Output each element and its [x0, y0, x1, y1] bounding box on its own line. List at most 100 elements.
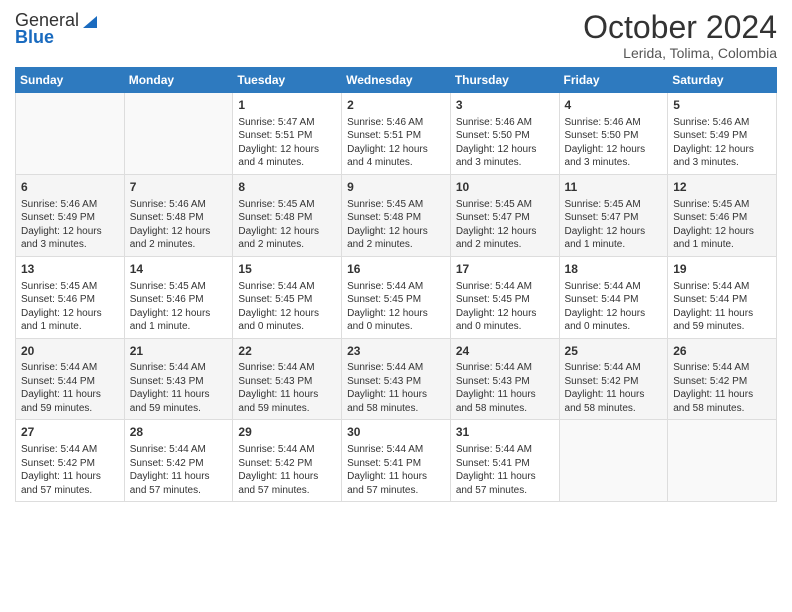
calendar-cell: 8 Sunrise: 5:45 AMSunset: 5:48 PMDaylight… — [233, 174, 342, 256]
day-info: Sunrise: 5:44 AMSunset: 5:44 PMDaylight:… — [565, 280, 663, 334]
day-number: 16 — [347, 261, 445, 278]
calendar-header-row: SundayMondayTuesdayWednesdayThursdayFrid… — [16, 68, 777, 93]
calendar-cell: 13 Sunrise: 5:45 AMSunset: 5:46 PMDayligh… — [16, 256, 125, 338]
day-info: Sunrise: 5:46 AMSunset: 5:50 PMDaylight:… — [565, 116, 663, 170]
day-info: Sunrise: 5:44 AMSunset: 5:41 PMDaylight:… — [347, 443, 445, 497]
calendar-cell: 28 Sunrise: 5:44 AMSunset: 5:42 PMDayligh… — [124, 420, 233, 502]
day-number: 17 — [456, 261, 554, 278]
calendar-week-row: 13 Sunrise: 5:45 AMSunset: 5:46 PMDayligh… — [16, 256, 777, 338]
day-info: Sunrise: 5:44 AMSunset: 5:45 PMDaylight:… — [347, 280, 445, 334]
day-number: 15 — [238, 261, 336, 278]
day-info: Sunrise: 5:45 AMSunset: 5:46 PMDaylight:… — [673, 198, 771, 252]
day-info: Sunrise: 5:47 AMSunset: 5:51 PMDaylight:… — [238, 116, 336, 170]
calendar-week-row: 27 Sunrise: 5:44 AMSunset: 5:42 PMDayligh… — [16, 420, 777, 502]
day-number: 8 — [238, 179, 336, 196]
calendar-cell: 18 Sunrise: 5:44 AMSunset: 5:44 PMDayligh… — [559, 256, 668, 338]
calendar-cell — [668, 420, 777, 502]
day-number: 14 — [130, 261, 228, 278]
day-number: 11 — [565, 179, 663, 196]
calendar-cell: 22Sunrise: 5:44 AMSunset: 5:43 PMDayligh… — [233, 338, 342, 420]
day-number: 29 — [238, 424, 336, 441]
day-info: Sunrise: 5:44 AMSunset: 5:44 PMDaylight:… — [673, 280, 771, 334]
calendar-cell: 20Sunrise: 5:44 AMSunset: 5:44 PMDayligh… — [16, 338, 125, 420]
day-number: 3 — [456, 97, 554, 114]
calendar-cell: 15 Sunrise: 5:44 AMSunset: 5:45 PMDayligh… — [233, 256, 342, 338]
day-number: 30 — [347, 424, 445, 441]
calendar-cell: 24Sunrise: 5:44 AMSunset: 5:43 PMDayligh… — [450, 338, 559, 420]
day-number: 10 — [456, 179, 554, 196]
day-info: Sunrise: 5:44 AMSunset: 5:43 PMDaylight:… — [347, 361, 445, 415]
day-number: 19 — [673, 261, 771, 278]
day-info: Sunrise: 5:46 AMSunset: 5:49 PMDaylight:… — [21, 198, 119, 252]
calendar-cell: 23Sunrise: 5:44 AMSunset: 5:43 PMDayligh… — [342, 338, 451, 420]
day-number: 20 — [21, 343, 119, 360]
calendar-cell: 17Sunrise: 5:44 AMSunset: 5:45 PMDayligh… — [450, 256, 559, 338]
day-number: 25 — [565, 343, 663, 360]
day-number: 27 — [21, 424, 119, 441]
day-number: 6 — [21, 179, 119, 196]
day-number: 21 — [130, 343, 228, 360]
logo-blue-text: Blue — [15, 27, 54, 48]
location: Lerida, Tolima, Colombia — [583, 45, 777, 61]
calendar-cell: 29Sunrise: 5:44 AMSunset: 5:42 PMDayligh… — [233, 420, 342, 502]
calendar-week-row: 6 Sunrise: 5:46 AMSunset: 5:49 PMDaylight… — [16, 174, 777, 256]
calendar-day-header: Tuesday — [233, 68, 342, 93]
day-info: Sunrise: 5:45 AMSunset: 5:48 PMDaylight:… — [238, 198, 336, 252]
day-info: Sunrise: 5:46 AMSunset: 5:49 PMDaylight:… — [673, 116, 771, 170]
calendar-day-header: Sunday — [16, 68, 125, 93]
day-info: Sunrise: 5:45 AMSunset: 5:48 PMDaylight:… — [347, 198, 445, 252]
day-number: 13 — [21, 261, 119, 278]
day-number: 7 — [130, 179, 228, 196]
calendar-day-header: Friday — [559, 68, 668, 93]
calendar-cell: 14 Sunrise: 5:45 AMSunset: 5:46 PMDayligh… — [124, 256, 233, 338]
calendar-day-header: Saturday — [668, 68, 777, 93]
header: General Blue October 2024 Lerida, Tolima… — [15, 10, 777, 61]
day-info: Sunrise: 5:46 AMSunset: 5:50 PMDaylight:… — [456, 116, 554, 170]
header-right: October 2024 Lerida, Tolima, Colombia — [583, 10, 777, 61]
calendar-day-header: Monday — [124, 68, 233, 93]
calendar-cell — [124, 93, 233, 175]
calendar-cell: 10 Sunrise: 5:45 AMSunset: 5:47 PMDayligh… — [450, 174, 559, 256]
calendar-cell: 27Sunrise: 5:44 AMSunset: 5:42 PMDayligh… — [16, 420, 125, 502]
calendar-cell: 5 Sunrise: 5:46 AMSunset: 5:49 PMDaylight… — [668, 93, 777, 175]
day-number: 28 — [130, 424, 228, 441]
calendar-cell: 3 Sunrise: 5:46 AMSunset: 5:50 PMDaylight… — [450, 93, 559, 175]
day-number: 23 — [347, 343, 445, 360]
calendar-cell: 30 Sunrise: 5:44 AMSunset: 5:41 PMDayligh… — [342, 420, 451, 502]
day-number: 2 — [347, 97, 445, 114]
calendar-cell: 1Sunrise: 5:47 AMSunset: 5:51 PMDaylight… — [233, 93, 342, 175]
calendar-cell: 7 Sunrise: 5:46 AMSunset: 5:48 PMDaylight… — [124, 174, 233, 256]
calendar-cell: 9 Sunrise: 5:45 AMSunset: 5:48 PMDaylight… — [342, 174, 451, 256]
day-number: 18 — [565, 261, 663, 278]
day-info: Sunrise: 5:46 AMSunset: 5:51 PMDaylight:… — [347, 116, 445, 170]
month-title: October 2024 — [583, 10, 777, 45]
day-info: Sunrise: 5:44 AMSunset: 5:42 PMDaylight:… — [130, 443, 228, 497]
day-info: Sunrise: 5:45 AMSunset: 5:46 PMDaylight:… — [21, 280, 119, 334]
day-info: Sunrise: 5:44 AMSunset: 5:43 PMDaylight:… — [238, 361, 336, 415]
day-info: Sunrise: 5:44 AMSunset: 5:43 PMDaylight:… — [456, 361, 554, 415]
calendar-cell: 26Sunrise: 5:44 AMSunset: 5:42 PMDayligh… — [668, 338, 777, 420]
day-number: 4 — [565, 97, 663, 114]
day-info: Sunrise: 5:45 AMSunset: 5:46 PMDaylight:… — [130, 280, 228, 334]
calendar-cell — [559, 420, 668, 502]
day-number: 5 — [673, 97, 771, 114]
day-number: 12 — [673, 179, 771, 196]
day-number: 9 — [347, 179, 445, 196]
day-info: Sunrise: 5:44 AMSunset: 5:42 PMDaylight:… — [673, 361, 771, 415]
calendar-day-header: Thursday — [450, 68, 559, 93]
calendar-day-header: Wednesday — [342, 68, 451, 93]
day-number: 22 — [238, 343, 336, 360]
day-info: Sunrise: 5:46 AMSunset: 5:48 PMDaylight:… — [130, 198, 228, 252]
day-info: Sunrise: 5:44 AMSunset: 5:44 PMDaylight:… — [21, 361, 119, 415]
day-number: 26 — [673, 343, 771, 360]
calendar-cell: 25Sunrise: 5:44 AMSunset: 5:42 PMDayligh… — [559, 338, 668, 420]
day-info: Sunrise: 5:45 AMSunset: 5:47 PMDaylight:… — [456, 198, 554, 252]
day-number: 24 — [456, 343, 554, 360]
day-info: Sunrise: 5:45 AMSunset: 5:47 PMDaylight:… — [565, 198, 663, 252]
logo: General Blue — [15, 10, 99, 48]
day-info: Sunrise: 5:44 AMSunset: 5:43 PMDaylight:… — [130, 361, 228, 415]
day-info: Sunrise: 5:44 AMSunset: 5:45 PMDaylight:… — [238, 280, 336, 334]
calendar-week-row: 20Sunrise: 5:44 AMSunset: 5:44 PMDayligh… — [16, 338, 777, 420]
day-number: 31 — [456, 424, 554, 441]
calendar-week-row: 1Sunrise: 5:47 AMSunset: 5:51 PMDaylight… — [16, 93, 777, 175]
